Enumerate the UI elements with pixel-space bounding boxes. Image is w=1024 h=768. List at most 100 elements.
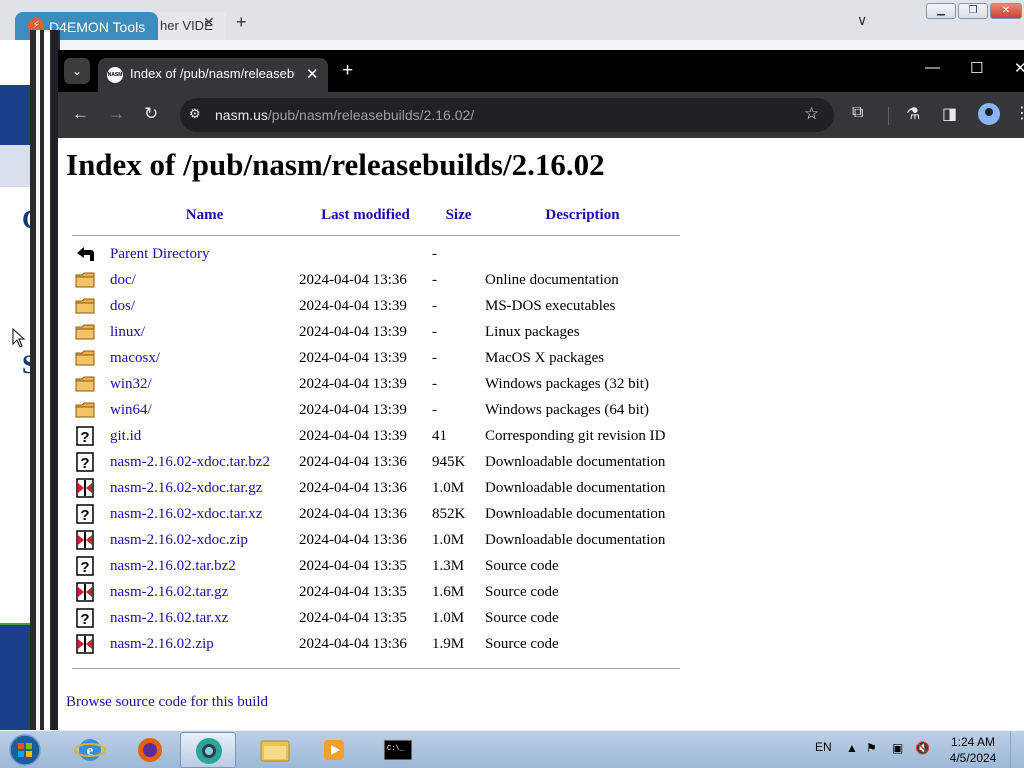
new-tab-icon[interactable]: + (236, 12, 247, 33)
description-column-header[interactable]: Description (485, 207, 680, 229)
folder-icon (260, 740, 290, 762)
row-description-cell: Linux packages (485, 323, 580, 340)
row-description-cell: Downloadable documentation (485, 531, 666, 548)
file-link[interactable]: nasm-2.16.02-xdoc.zip (110, 532, 248, 548)
row-description-cell: Source code (485, 609, 559, 626)
media-player-icon (324, 740, 344, 760)
file-link[interactable]: doc/ (110, 272, 136, 288)
window-edge (36, 30, 40, 730)
row-icon-cell (72, 319, 110, 345)
background-tab-title: D4EMON Tools (49, 19, 146, 35)
side-panel-icon[interactable]: ◨ (942, 104, 957, 124)
profile-avatar-icon[interactable] (978, 103, 1000, 125)
sort-by-size-link[interactable]: Size (446, 207, 472, 223)
file-link[interactable]: nasm-2.16.02.tar.bz2 (110, 558, 236, 574)
sort-by-description-link[interactable]: Description (545, 207, 619, 223)
taskbar-chrome[interactable] (180, 732, 236, 768)
chevron-down-icon[interactable]: ∨ (857, 12, 867, 29)
close-icon[interactable]: ✕ (203, 14, 215, 31)
minimize-icon[interactable]: — (925, 59, 940, 76)
folder-icon (75, 271, 95, 288)
table-row: ? nasm-2.16.02.tar.xz 2024-04-04 13:35 1.0M… (72, 605, 680, 631)
address-bar[interactable]: ⚙ nasm.us/pub/nasm/releasebuilds/2.16.02… (180, 98, 834, 132)
tab-search-button[interactable]: ⌄ (64, 58, 90, 84)
file-link[interactable]: Parent Directory (110, 246, 210, 262)
row-icon-cell (72, 527, 110, 553)
row-description-cell: Online documentation (485, 271, 619, 288)
file-link[interactable]: win32/ (110, 376, 152, 392)
file-link[interactable]: nasm-2.16.02-xdoc.tar.xz (110, 506, 262, 522)
browser-toolbar: ← → ↻ ⚙ nasm.us/pub/nasm/releasebuilds/2… (58, 92, 1024, 138)
file-link[interactable]: nasm-2.16.02.zip (110, 636, 214, 652)
restore-button[interactable]: ❐ (958, 3, 988, 19)
table-row: linux/2024-04-04 13:39 - Linux packages (72, 319, 680, 345)
show-hidden-icons-icon[interactable]: ▲ (846, 741, 858, 755)
minimize-button[interactable]: ▁ (926, 3, 956, 19)
size-column-header[interactable]: Size (432, 207, 485, 229)
file-link[interactable]: nasm-2.16.02-xdoc.tar.bz2 (110, 454, 270, 470)
volume-muted-icon[interactable]: 🔇 (915, 741, 930, 755)
file-link[interactable]: dos/ (110, 298, 135, 314)
taskbar-command-prompt[interactable]: C:\_ (370, 732, 426, 768)
file-link[interactable]: git.id (110, 428, 141, 444)
row-size-cell: 852K (432, 505, 466, 522)
row-name-cell: nasm-2.16.02-xdoc.zip (110, 527, 299, 553)
show-desktop-button[interactable] (1010, 731, 1024, 768)
tab-strip: ⌄ NASM Index of /pub/nasm/releasebu ✕ + … (58, 50, 1024, 92)
action-center-flag-icon[interactable]: ⚑ (866, 741, 877, 755)
row-modified-cell: 2024-04-04 13:35 (299, 557, 407, 574)
language-indicator[interactable]: EN (815, 740, 832, 754)
forward-arrow-icon[interactable]: → (108, 104, 125, 124)
row-name-cell: nasm-2.16.02-xdoc.tar.xz (110, 501, 299, 527)
row-name-cell: dos/ (110, 293, 299, 319)
taskbar-internet-explorer[interactable]: e (62, 732, 118, 768)
url-text[interactable]: nasm.us/pub/nasm/releasebuilds/2.16.02/ (215, 107, 474, 123)
row-modified-cell: 2024-04-04 13:39 (299, 297, 407, 314)
row-size-cell: 1.0M (432, 479, 465, 496)
taskbar-file-explorer[interactable] (247, 732, 303, 768)
menu-dots-icon[interactable]: ⋮ (1014, 103, 1024, 123)
file-link[interactable]: nasm-2.16.02-xdoc.tar.gz (110, 480, 262, 496)
new-tab-button[interactable]: + (342, 60, 353, 82)
row-name-cell: Parent Directory (110, 241, 299, 267)
divider (72, 234, 680, 236)
close-window-icon[interactable]: ✕ (1014, 59, 1024, 77)
labs-flask-icon[interactable]: ⚗ (906, 104, 920, 124)
unknown-file-icon: ? (75, 608, 95, 628)
file-link[interactable]: win64/ (110, 402, 152, 418)
file-link[interactable]: linux/ (110, 324, 145, 340)
close-tab-icon[interactable]: ✕ (306, 65, 319, 83)
sort-by-modified-link[interactable]: Last modified (321, 207, 410, 223)
file-link[interactable]: nasm-2.16.02.tar.xz (110, 610, 228, 626)
modified-column-header[interactable]: Last modified (299, 207, 432, 229)
table-row: ? nasm-2.16.02.tar.bz2 2024-04-04 13:35 1.3… (72, 553, 680, 579)
reload-icon[interactable]: ↻ (144, 104, 158, 124)
page-content: Index of /pub/nasm/releasebuilds/2.16.02… (58, 138, 1024, 730)
network-icon[interactable]: ▣ (892, 741, 903, 755)
system-clock[interactable]: 1:24 AM 4/5/2024 (945, 734, 1001, 766)
row-name-cell: nasm-2.16.02.zip (110, 631, 299, 657)
row-name-cell: macosx/ (110, 345, 299, 371)
taskbar-firefox[interactable] (122, 732, 178, 768)
bookmark-star-icon[interactable]: ☆ (804, 104, 819, 124)
taskbar-media-player[interactable] (306, 732, 362, 768)
browse-source-link[interactable]: Browse source code for this build (66, 694, 268, 711)
compressed-file-icon (75, 478, 95, 498)
row-icon-cell (72, 475, 110, 501)
clock-time: 1:24 AM (950, 735, 996, 749)
file-link[interactable]: macosx/ (110, 350, 160, 366)
name-column-header[interactable]: Name (110, 207, 299, 229)
row-description-cell: Windows packages (32 bit) (485, 375, 649, 392)
sort-by-name-link[interactable]: Name (186, 207, 224, 223)
tab-active[interactable]: NASM Index of /pub/nasm/releasebu ✕ (98, 58, 328, 92)
row-icon-cell (72, 371, 110, 397)
background-tab-video[interactable]: her VIDE (158, 12, 226, 40)
back-arrow-icon[interactable]: ← (72, 104, 89, 124)
file-link[interactable]: nasm-2.16.02.tar.gz (110, 584, 228, 600)
site-info-icon[interactable]: ⚙ (189, 106, 201, 122)
extensions-puzzle-icon[interactable]: ⧉ (852, 104, 863, 122)
close-button[interactable]: ✕ (990, 3, 1022, 19)
maximize-icon[interactable]: ☐ (970, 59, 983, 77)
row-modified-cell: 2024-04-04 13:39 (299, 349, 407, 366)
windows-start-orb-icon[interactable] (4, 732, 46, 768)
